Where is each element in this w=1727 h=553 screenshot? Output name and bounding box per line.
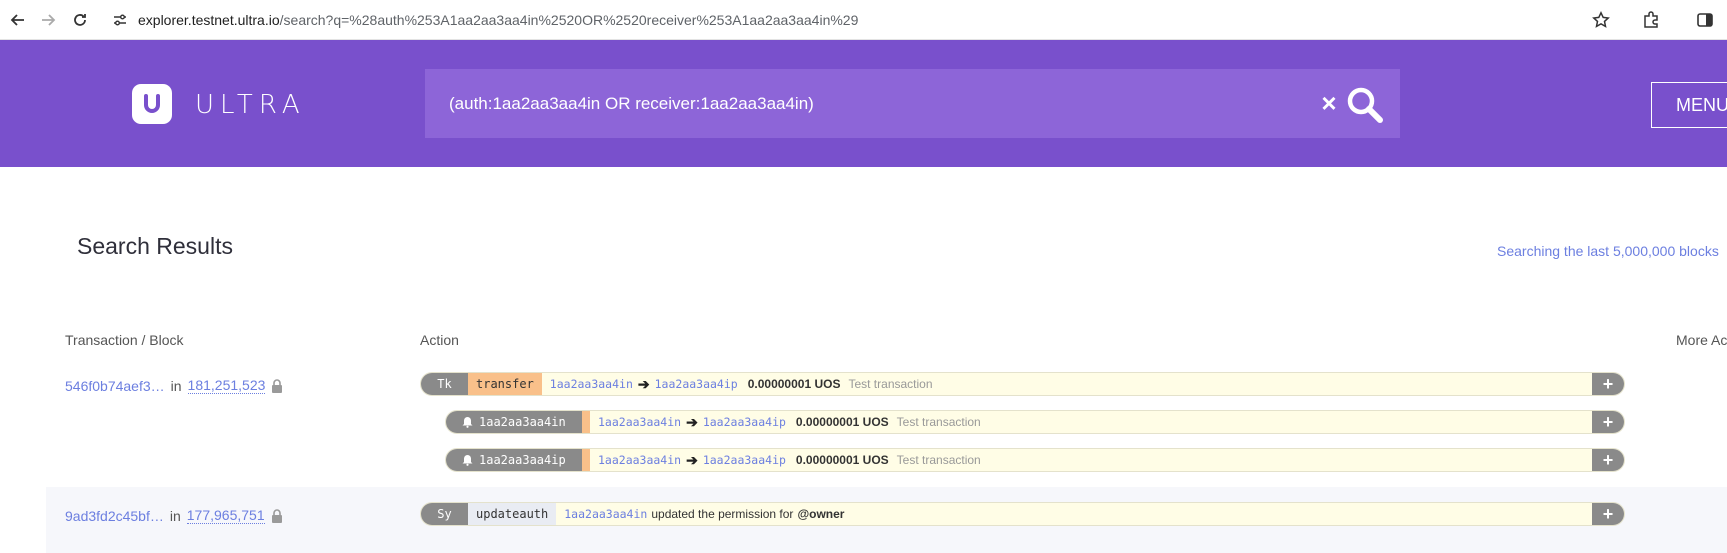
lock-icon — [271, 378, 283, 393]
block-link[interactable]: 181,251,523 — [187, 377, 266, 394]
expand-button[interactable]: + — [1592, 373, 1624, 395]
permission-name: @owner — [797, 507, 845, 521]
page-title: Search Results — [77, 233, 233, 259]
to-account-link[interactable]: 1aa2aa3aa4ip — [655, 377, 738, 391]
reload-icon[interactable] — [68, 8, 92, 32]
url-host: explorer.testnet.ultra.io — [138, 12, 280, 28]
back-icon[interactable] — [6, 8, 30, 32]
memo: Test transaction — [896, 453, 981, 467]
url-path: /search?q=%28auth%253A1aa2aa3aa4in%2520O… — [279, 12, 859, 28]
block-link[interactable]: 177,965,751 — [186, 507, 265, 524]
account-link[interactable]: 1aa2aa3aa4in — [564, 507, 647, 521]
action-color-strip — [582, 449, 590, 471]
action-pill-notification: 1aa2aa3aa4in 1aa2aa3aa4in ➔ 1aa2aa3aa4ip… — [445, 410, 1625, 434]
transaction-link[interactable]: 9ad3fd2c45bf… — [65, 508, 164, 524]
address-bar[interactable]: explorer.testnet.ultra.io/search?q=%28au… — [108, 4, 1498, 36]
action-pill-transfer: Tk transfer 1aa2aa3aa4in ➔ 1aa2aa3aa4ip … — [420, 372, 1625, 396]
amount: 0.00000001 UOS — [795, 453, 889, 467]
ultra-logo-icon[interactable] — [132, 84, 172, 124]
contract-code-badge: Sy — [421, 503, 468, 525]
action-details: 1aa2aa3aa4in ➔ 1aa2aa3aa4ip 0.00000001 U… — [542, 373, 1592, 395]
side-panel-icon[interactable] — [1693, 8, 1717, 32]
site-info-icon[interactable] — [108, 12, 132, 28]
notified-account: 1aa2aa3aa4ip — [479, 453, 566, 467]
search-icon[interactable] — [1343, 85, 1387, 125]
memo: Test transaction — [848, 377, 933, 391]
action-details: 1aa2aa3aa4in ➔ 1aa2aa3aa4ip 0.00000001 U… — [590, 411, 1592, 433]
bell-icon — [462, 454, 473, 466]
arrow-right-icon: ➔ — [686, 451, 698, 468]
from-account-link[interactable]: 1aa2aa3aa4in — [598, 453, 681, 467]
bookmark-star-icon[interactable] — [1589, 8, 1613, 32]
action-details: 1aa2aa3aa4in ➔ 1aa2aa3aa4ip 0.00000001 U… — [590, 449, 1592, 471]
transaction-link[interactable]: 546f0b74aef3… — [65, 378, 165, 394]
expand-button[interactable]: + — [1592, 449, 1624, 471]
action-pill-notification: 1aa2aa3aa4ip 1aa2aa3aa4in ➔ 1aa2aa3aa4ip… — [445, 448, 1625, 472]
to-account-link[interactable]: 1aa2aa3aa4ip — [703, 415, 786, 429]
action-color-strip — [582, 411, 590, 433]
bell-icon — [462, 416, 473, 428]
extensions-icon[interactable] — [1639, 8, 1663, 32]
amount: 0.00000001 UOS — [747, 377, 841, 391]
table-row-tx-cell: 9ad3fd2c45bf… in 177,965,751 — [65, 507, 283, 524]
in-label: in — [170, 377, 182, 394]
from-account-link[interactable]: 1aa2aa3aa4in — [598, 415, 681, 429]
notified-account-badge: 1aa2aa3aa4ip — [446, 449, 582, 471]
search-bar: × — [425, 69, 1400, 138]
search-scope-text[interactable]: Searching the last 5,000,000 blocks — [1497, 243, 1719, 259]
forward-icon[interactable] — [36, 8, 60, 32]
action-details: 1aa2aa3aa4in updated the permission for … — [556, 503, 1592, 525]
logo-text[interactable]: ULTRA — [195, 90, 306, 120]
expand-button[interactable]: + — [1592, 503, 1624, 525]
arrow-right-icon: ➔ — [637, 375, 650, 392]
clear-search-button[interactable]: × — [1315, 88, 1343, 118]
action-pill-updateauth: Sy updateauth 1aa2aa3aa4in updated the p… — [420, 502, 1625, 526]
contract-code-badge: Tk — [421, 373, 468, 395]
in-label: in — [169, 507, 181, 524]
action-name: transfer — [468, 373, 542, 395]
to-account-link[interactable]: 1aa2aa3aa4ip — [703, 453, 786, 467]
expand-button[interactable]: + — [1592, 411, 1624, 433]
lock-icon — [271, 508, 283, 523]
column-header-tx-block: Transaction / Block — [65, 332, 184, 348]
browser-toolbar: explorer.testnet.ultra.io/search?q=%28au… — [0, 0, 1727, 40]
column-header-more: More Ac — [1676, 332, 1727, 348]
notified-account: 1aa2aa3aa4in — [479, 415, 566, 429]
action-name: updateauth — [468, 503, 557, 525]
site-header: ULTRA × MENU — [0, 40, 1727, 167]
menu-button[interactable]: MENU — [1651, 82, 1727, 128]
notified-account-badge: 1aa2aa3aa4in — [446, 411, 582, 433]
search-input[interactable] — [449, 69, 1299, 138]
memo: Test transaction — [896, 415, 981, 429]
action-description: updated the permission for — [651, 507, 794, 521]
from-account-link[interactable]: 1aa2aa3aa4in — [550, 377, 633, 391]
amount: 0.00000001 UOS — [795, 415, 889, 429]
column-header-action: Action — [420, 332, 459, 348]
arrow-right-icon: ➔ — [686, 413, 698, 430]
table-row: 546f0b74aef3… in 181,251,523 — [65, 377, 283, 394]
